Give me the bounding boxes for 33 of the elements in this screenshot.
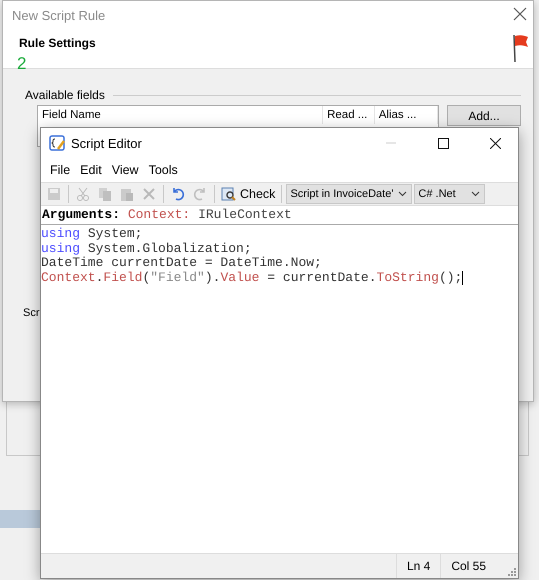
flag-icon xyxy=(511,33,529,63)
dialog-title: New Script Rule xyxy=(12,8,106,23)
code-line: using System.Globalization; xyxy=(41,242,253,256)
column-header[interactable]: Alias ... xyxy=(374,106,438,124)
line-number: Ln 4 xyxy=(396,554,440,578)
code-editor[interactable]: using System; using System.Globalization; DateTime currentDate = DateTime.Now; Context.Field("Field").Value = currentDate.ToString(); xyxy=(41,225,518,553)
arguments-line: Arguments: Context: IRuleContext xyxy=(41,206,518,225)
chevron-icon xyxy=(471,191,480,197)
resize-grip-icon[interactable] xyxy=(506,566,516,576)
script-icon xyxy=(49,135,65,151)
menu-item[interactable]: Edit xyxy=(75,163,107,177)
code-line: using System; xyxy=(41,227,144,242)
add-button[interactable]: Add... xyxy=(447,105,521,126)
magnifier-icon xyxy=(221,186,237,202)
code-line: DateTime currentDate = DateTime.Now; xyxy=(41,256,323,270)
code-line: Context.Field("Field").Value = currentDate.ToString(); xyxy=(41,270,464,285)
field-label: Scr xyxy=(23,307,40,319)
menu-item[interactable]: View xyxy=(106,163,144,177)
column-header[interactable]: Field Name xyxy=(38,106,324,124)
close-icon[interactable] xyxy=(513,7,527,21)
menu-item[interactable]: File xyxy=(45,163,76,177)
dropdown[interactable]: C# .Net xyxy=(414,184,486,204)
check-button[interactable]: Check xyxy=(219,186,278,202)
group-label: Available fields xyxy=(25,88,105,102)
section-title: Rule Settings xyxy=(19,36,96,50)
dropdown[interactable]: Script in InvoiceDate' xyxy=(286,184,412,204)
menu-item[interactable]: Tools xyxy=(144,163,183,177)
column-number: Col 55 xyxy=(440,554,496,578)
undo-icon[interactable] xyxy=(170,186,186,202)
window-title: Script Editor xyxy=(71,136,143,150)
chevron-icon xyxy=(398,191,408,197)
step-number: 2 xyxy=(17,54,26,74)
column-header[interactable]: Read ... xyxy=(323,106,375,124)
